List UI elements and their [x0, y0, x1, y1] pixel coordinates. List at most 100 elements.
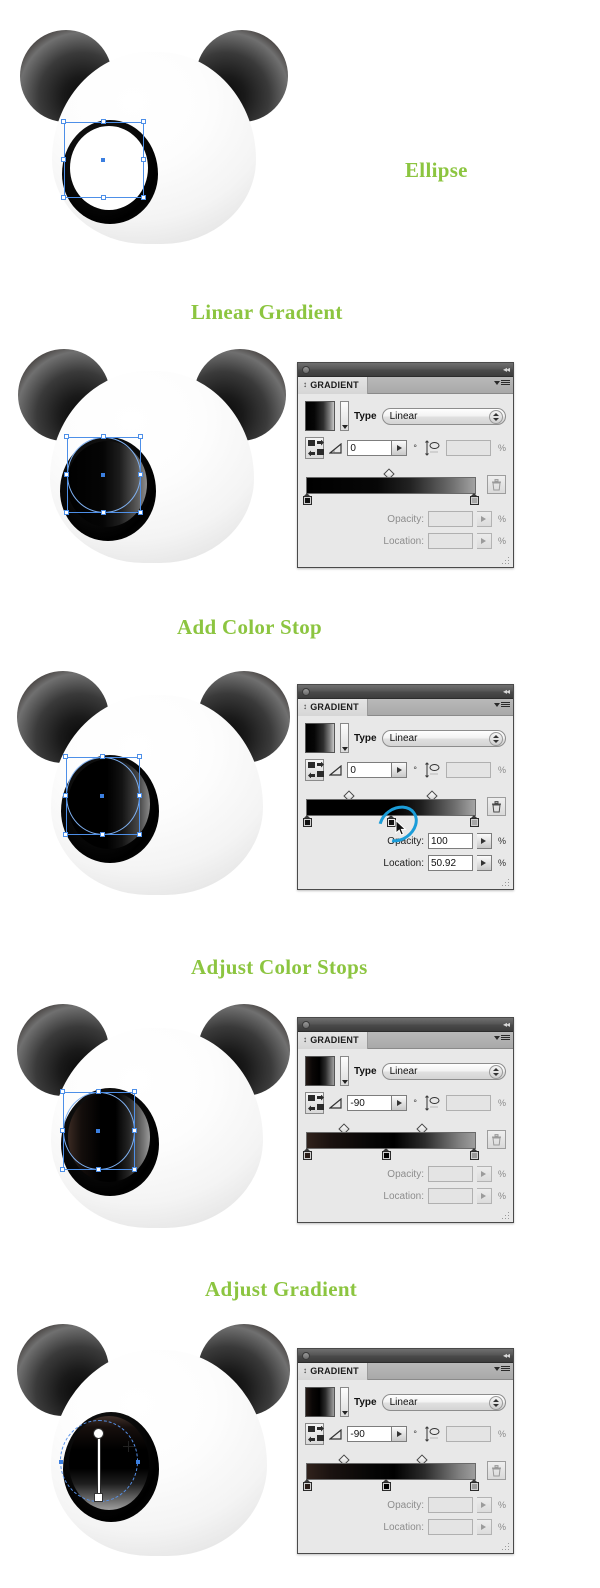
gradient-stop[interactable] — [470, 1479, 479, 1491]
tab-gradient[interactable]: ↕ GRADIENT — [298, 698, 368, 716]
location-dropdown[interactable] — [476, 1188, 492, 1204]
location-dropdown[interactable] — [476, 533, 492, 549]
selection-handle-mr[interactable] — [137, 793, 142, 798]
gradient-angle-input[interactable]: 0 — [347, 762, 393, 778]
tab-gradient[interactable]: ↕ GRADIENT — [298, 1362, 368, 1380]
gradient-slider-track[interactable] — [306, 1132, 476, 1149]
selection-handle-bl[interactable] — [61, 195, 66, 200]
collapse-panel-icon[interactable]: ◂◂ — [503, 688, 510, 696]
gradient-type-select[interactable]: Linear — [381, 1393, 506, 1411]
panel-menu-icon[interactable] — [494, 1366, 510, 1371]
selection-handle-bc[interactable] — [96, 1167, 101, 1172]
gradient-panel-add-stop[interactable]: ◂◂ ↕ GRADIENT Type Linear 0 ° % Opacity:… — [297, 684, 514, 890]
panel-titlebar[interactable]: ◂◂ — [298, 1349, 513, 1363]
selection-handle-bl[interactable] — [63, 832, 68, 837]
selection-handle-bc[interactable] — [100, 832, 105, 837]
panel-titlebar[interactable]: ◂◂ — [298, 685, 513, 699]
gradient-angle-input[interactable]: -90 — [347, 1095, 393, 1111]
path-anchor-left[interactable] — [59, 1460, 63, 1464]
gradient-stop[interactable] — [303, 1479, 312, 1491]
selection-handle-bc[interactable] — [101, 510, 106, 515]
selection-handle-tc[interactable] — [101, 119, 106, 124]
gradient-slider-track[interactable] — [306, 1463, 476, 1480]
type-stepper-icon[interactable] — [489, 409, 503, 424]
gradient-slider-track[interactable] — [306, 477, 476, 494]
gradient-aspect-input[interactable] — [445, 1095, 491, 1111]
selection-handle-ml[interactable] — [61, 157, 66, 162]
panel-close-circle-icon[interactable] — [302, 1021, 310, 1029]
type-stepper-icon[interactable] — [489, 731, 503, 746]
panel-close-circle-icon[interactable] — [302, 688, 310, 696]
panel-menu-icon[interactable] — [494, 702, 510, 707]
opacity-dropdown[interactable] — [476, 833, 492, 849]
selection-handle-mr[interactable] — [132, 1128, 137, 1133]
opacity-dropdown[interactable] — [476, 1166, 492, 1182]
panel-menu-icon[interactable] — [494, 380, 510, 385]
gradient-aspect-input[interactable] — [445, 1426, 491, 1442]
gradient-angle-input[interactable]: -90 — [347, 1426, 393, 1442]
gradient-panel-adjust-stops[interactable]: ◂◂ ↕ GRADIENT Type Linear -90 ° % Opacit… — [297, 1017, 514, 1223]
gradient-type-select[interactable]: Linear — [381, 407, 506, 425]
selection-handle-mr[interactable] — [141, 157, 146, 162]
location-input[interactable] — [427, 1519, 473, 1535]
gradient-slider[interactable] — [303, 468, 506, 505]
selection-handle-tr[interactable] — [137, 754, 142, 759]
gradient-swatch-preview[interactable] — [305, 401, 335, 431]
gradient-swatch-preview[interactable] — [305, 1056, 335, 1086]
gradient-panel-adjust-gradient[interactable]: ◂◂ ↕ GRADIENT Type Linear -90 ° % Opacit… — [297, 1348, 514, 1554]
resize-grip-icon[interactable] — [502, 557, 510, 565]
gradient-stop[interactable] — [303, 815, 312, 827]
delete-stop-icon[interactable] — [487, 475, 506, 494]
gradient-panel-linear[interactable]: ◂◂ ↕ GRADIENT Type Linear 0 ° % Opacity:… — [297, 362, 514, 568]
gradient-swatch-dropdown[interactable] — [340, 1387, 349, 1417]
selection-handle-br[interactable] — [141, 195, 146, 200]
reverse-gradient-icon[interactable] — [305, 1092, 325, 1114]
gradient-stop[interactable] — [470, 493, 479, 505]
panel-close-circle-icon[interactable] — [302, 366, 310, 374]
gradient-annotator-bar[interactable] — [97, 1433, 101, 1495]
selection-handle-tl[interactable] — [63, 754, 68, 759]
gradient-stop[interactable] — [382, 1148, 391, 1160]
selection-handle-br[interactable] — [132, 1167, 137, 1172]
type-stepper-icon[interactable] — [489, 1395, 503, 1410]
gradient-angle-dropdown[interactable] — [392, 440, 408, 456]
selection-handle-ml[interactable] — [63, 793, 68, 798]
panel-tab-row[interactable]: ↕ GRADIENT — [298, 376, 513, 394]
gradient-slider[interactable] — [303, 1123, 506, 1160]
tab-gradient[interactable]: ↕ GRADIENT — [298, 376, 368, 394]
opacity-input[interactable] — [427, 1497, 473, 1513]
delete-stop-icon[interactable] — [487, 1461, 506, 1480]
panel-titlebar[interactable]: ◂◂ — [298, 1018, 513, 1032]
gradient-slider[interactable] — [303, 1454, 506, 1491]
selection-handle-tc[interactable] — [101, 434, 106, 439]
selection-handle-tl[interactable] — [60, 1089, 65, 1094]
opacity-dropdown[interactable] — [476, 511, 492, 527]
gradient-type-select[interactable]: Linear — [381, 729, 506, 747]
selection-handle-ml[interactable] — [60, 1128, 65, 1133]
gradient-annotator-end-handle[interactable] — [94, 1493, 103, 1502]
gradient-aspect-input[interactable] — [445, 762, 491, 778]
selection-handle-tr[interactable] — [132, 1089, 137, 1094]
gradient-swatch-dropdown[interactable] — [340, 401, 349, 431]
selection-handle-tc[interactable] — [96, 1089, 101, 1094]
selection-handle-tr[interactable] — [141, 119, 146, 124]
gradient-slider[interactable] — [303, 790, 506, 850]
panel-tab-row[interactable]: ↕ GRADIENT — [298, 698, 513, 716]
path-anchor-right[interactable] — [136, 1460, 140, 1464]
collapse-panel-icon[interactable]: ◂◂ — [503, 1021, 510, 1029]
collapse-panel-icon[interactable]: ◂◂ — [503, 1352, 510, 1360]
gradient-stop[interactable] — [303, 493, 312, 505]
gradient-swatch-dropdown[interactable] — [340, 1056, 349, 1086]
selection-handle-tr[interactable] — [138, 434, 143, 439]
opacity-input[interactable]: 100 — [427, 833, 473, 849]
panel-titlebar[interactable]: ◂◂ — [298, 363, 513, 377]
type-stepper-icon[interactable] — [489, 1064, 503, 1079]
location-input[interactable]: 50.92 — [427, 855, 473, 871]
panel-tab-row[interactable]: ↕ GRADIENT — [298, 1362, 513, 1380]
reverse-gradient-icon[interactable] — [305, 759, 325, 781]
location-input[interactable] — [427, 1188, 473, 1204]
gradient-stop[interactable] — [303, 1148, 312, 1160]
delete-stop-icon[interactable] — [487, 1130, 506, 1149]
gradient-swatch-dropdown[interactable] — [340, 723, 349, 753]
opacity-input[interactable] — [427, 511, 473, 527]
